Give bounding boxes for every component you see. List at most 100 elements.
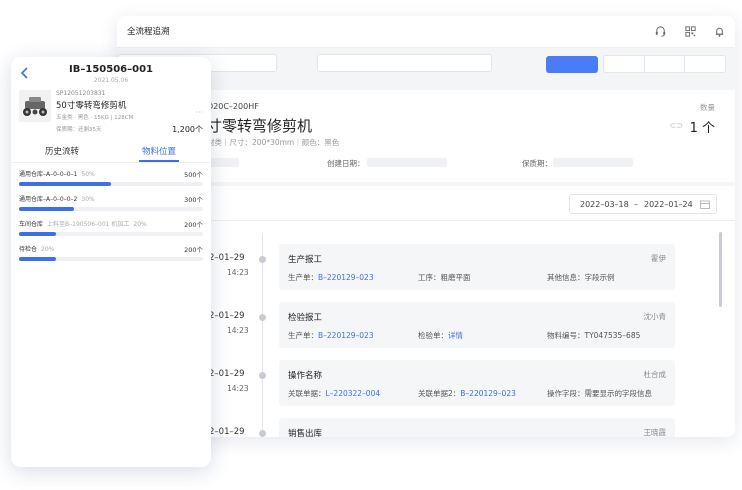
qty-label: 数量 — [700, 103, 715, 112]
field-value: 需要显示的字段信息 — [584, 389, 653, 398]
timeline-card-title: 操作名称 — [288, 371, 323, 381]
timeline-field: 工序：粗磨平面 — [418, 272, 471, 283]
timeline-date: 2–01–29 — [209, 253, 245, 263]
field-label: 生产单： — [288, 331, 318, 340]
mobile-product-code: SP12051203831 — [56, 90, 106, 97]
location-progress — [19, 257, 203, 261]
mobile-product-spec: 五金类 · 黑色 · 15KG | 128CM — [56, 115, 134, 121]
meta-created-label: 创建日期： — [327, 159, 365, 168]
meta-created-value — [367, 158, 447, 167]
field-value: 粗磨平面 — [440, 273, 471, 282]
timeline-date: 2–01–29 — [209, 369, 245, 379]
qrcode-icon[interactable] — [684, 25, 697, 38]
timeline-card[interactable]: 操作名称 杜合成 关联单据：L–220322–004 关联单据2：B–220129–0… — [279, 360, 675, 406]
location-label: 待检仓 20% — [19, 244, 54, 253]
scrollbar[interactable] — [719, 232, 722, 307]
location-percent: 20% — [133, 221, 147, 228]
more-icon[interactable]: ··· — [195, 108, 203, 117]
timeline-field: 物料编号：TY047535–685 — [547, 330, 640, 341]
page-title: 全流程追溯 — [127, 27, 170, 37]
location-count: 200个 — [184, 221, 203, 229]
timeline-field: 关联单据：L–220322–004 — [288, 388, 380, 399]
field-label: 生产单： — [288, 273, 318, 282]
group-button-3[interactable] — [685, 56, 725, 72]
field-label: 关联单据： — [288, 389, 326, 398]
tab-location[interactable]: 物料位置 — [142, 145, 176, 157]
field-value: TY047535–685 — [584, 331, 641, 340]
location-name: 车间仓库 — [19, 221, 44, 228]
field-link[interactable]: L–220322–004 — [326, 389, 381, 398]
timeline-dot — [259, 430, 266, 437]
location-count: 200个 — [184, 246, 203, 254]
timeline-dot — [259, 256, 266, 263]
timeline-field: 生产单：B–220129–023 — [288, 272, 374, 283]
search-button[interactable] — [546, 56, 598, 73]
field-label: 工序： — [418, 273, 441, 282]
location-name: 通用仓库–A–0–0–0–1 — [19, 171, 78, 178]
location-progress — [19, 182, 203, 186]
location-percent: 50% — [81, 171, 95, 178]
product-thumbnail — [19, 90, 51, 122]
filter-input-2[interactable] — [317, 54, 492, 72]
location-progress-fill — [19, 207, 75, 211]
date-start: 2022–03–18 — [580, 200, 629, 209]
product-code: D20C–200HF — [207, 102, 259, 111]
mobile-panel: IB–150506–001 2021.05.06 SP12051203831 5… — [11, 57, 211, 467]
field-link[interactable]: B–220129–023 — [318, 273, 374, 282]
location-extra: 上料至B–190506–001 机加工 — [47, 221, 130, 228]
location-label: 通用仓库–A–0–0–0–2 30% — [19, 194, 95, 203]
timeline-date: 2–01–29 — [209, 311, 245, 321]
date-range-picker[interactable]: 2022–03–18 – 2022–01–24 — [569, 194, 717, 214]
timeline-card-title: 生产报工 — [288, 255, 323, 265]
date-end: 2022–01–24 — [644, 200, 693, 209]
location-percent: 30% — [81, 196, 95, 203]
location-count: 300个 — [184, 196, 203, 204]
mobile-shelf-life: 保质期：还剩35天 — [56, 127, 102, 133]
qty-value: 1 个 — [689, 121, 715, 136]
date-separator: – — [634, 200, 638, 209]
headset-icon[interactable] — [654, 25, 667, 38]
bell-icon[interactable] — [713, 25, 726, 38]
timeline-card-person: 沈小青 — [643, 312, 667, 321]
timeline-field: 关联单据2：B–220129–023 — [418, 388, 516, 399]
field-link[interactable]: B–220129–023 — [460, 389, 516, 398]
field-label: 其他信息： — [547, 273, 585, 282]
mobile-product-name: 50寸零转弯修剪机 — [56, 101, 127, 111]
timeline-field: 生产单：B–220129–023 — [288, 330, 374, 341]
timeline-field: 其他信息：字段示例 — [547, 272, 615, 283]
field-label: 操作字段： — [547, 389, 585, 398]
field-value: 字段示例 — [584, 273, 615, 282]
location-progress — [19, 207, 203, 211]
timeline-card[interactable]: 检验报工 沈小青 生产单：B–220129–023 检验单：详情 物料编号：TY0475… — [279, 302, 675, 348]
meta-shelf-value — [553, 158, 633, 167]
timeline-card-title: 销售出库 — [288, 429, 323, 437]
location-count: 500个 — [184, 171, 203, 179]
group-button-2[interactable] — [645, 56, 686, 72]
location-progress-fill — [19, 182, 111, 186]
product-spec: 材类｜尺寸：200*30mm｜颜色：黑色 — [207, 138, 340, 147]
location-percent: 20% — [41, 246, 55, 253]
location-progress-fill — [19, 232, 56, 236]
field-label: 物料编号： — [547, 331, 585, 340]
timeline-field: 检验单：详情 — [418, 330, 463, 341]
mobile-count: 1,200个 — [172, 125, 203, 134]
location-progress — [19, 232, 203, 236]
timeline-date: 2–01–29 — [209, 427, 245, 437]
timeline-line — [262, 234, 263, 434]
location-name: 待检仓 — [19, 246, 38, 253]
timeline-card[interactable]: 销售出库 王晓霞 — [279, 418, 675, 437]
mobile-title: IB–150506–001 — [69, 64, 153, 75]
location-label: 车间仓库 上料至B–190506–001 机加工 20% — [19, 219, 147, 228]
link-icon: ⊂⊃ — [669, 121, 683, 130]
field-link[interactable]: 详情 — [448, 331, 463, 340]
timeline-dot — [259, 372, 266, 379]
tab-history[interactable]: 历史流转 — [45, 145, 79, 157]
desktop-header: 全流程追溯 — [117, 16, 735, 48]
group-button-1[interactable] — [604, 56, 645, 72]
timeline-card-person: 霍伊 — [651, 254, 666, 263]
timeline-dot — [259, 314, 266, 321]
location-name: 通用仓库–A–0–0–0–2 — [19, 196, 78, 203]
timeline-card[interactable]: 生产报工 霍伊生产单：B–220129–023 工序：粗磨平面 其他信息：字段示例 — [279, 244, 675, 290]
field-link[interactable]: B–220129–023 — [318, 331, 374, 340]
meta-shelf-label: 保质期： — [522, 159, 552, 168]
